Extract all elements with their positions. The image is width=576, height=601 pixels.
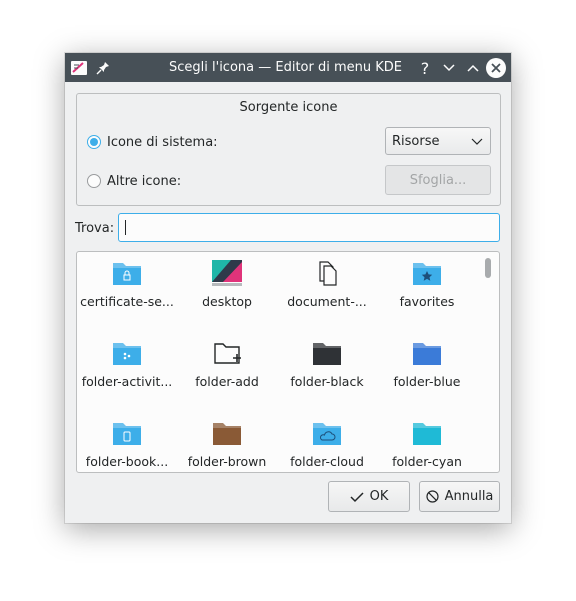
icon-item-label: desktop (202, 294, 252, 309)
icon-item[interactable]: folder-book... (77, 415, 177, 472)
text-caret (125, 220, 126, 235)
icon-item-label: document-... (287, 294, 367, 309)
system-icons-radio[interactable] (87, 135, 101, 149)
browse-button[interactable]: Sfoglia... (385, 165, 491, 195)
icon-item[interactable]: folder-cloud (277, 415, 377, 472)
icon-item[interactable]: document-... (277, 255, 377, 327)
title-bar[interactable]: Scegli l'icona — Editor di menu KDE ? (65, 53, 511, 82)
search-label: Trova: (75, 221, 115, 236)
minimize-button[interactable] (439, 58, 459, 78)
icon-item[interactable]: folder-black (277, 335, 377, 407)
icon-item[interactable]: favorites (377, 255, 477, 327)
folder-add-icon (211, 337, 243, 369)
app-icon[interactable] (70, 59, 88, 77)
other-icons-label: Altre icone: (107, 173, 182, 189)
icon-item-label: folder-add (195, 374, 259, 389)
ok-button[interactable]: OK (328, 481, 410, 512)
group-title: Sorgente icone (239, 100, 338, 115)
system-icons-label: Icone di sistema: (107, 134, 218, 150)
system-icons-option[interactable]: Icone di sistema: (87, 132, 218, 152)
window-title: Scegli l'icona — Editor di menu KDE (169, 60, 402, 75)
pin-icon[interactable] (94, 59, 112, 77)
icon-item-label: certificate-se... (80, 294, 174, 309)
combo-value: Risorse (392, 133, 440, 149)
checkmark-icon (350, 491, 364, 502)
other-icons-radio[interactable] (87, 174, 101, 188)
ok-label: OK (369, 489, 389, 504)
icon-source-group: Sorgente icone Icone di sistema: Altre i… (76, 93, 501, 206)
icon-item[interactable]: folder-blue (377, 335, 477, 407)
folder-black-icon (311, 337, 343, 369)
icon-grid[interactable]: certificate-se... desktop document-... favo… (76, 251, 500, 473)
icon-item[interactable]: desktop (177, 255, 277, 327)
icon-item-label: folder-brown (187, 454, 267, 469)
browse-label: Sfoglia... (409, 172, 467, 188)
folder-activities-icon (111, 337, 143, 369)
icon-chooser-dialog: Scegli l'icona — Editor di menu KDE ? So… (65, 53, 511, 523)
icon-item[interactable]: folder-brown (177, 415, 277, 472)
icon-item-label: folder-black (290, 374, 364, 389)
icon-context-select[interactable]: Risorse (385, 127, 491, 155)
icon-item-label: folder-activit... (81, 374, 173, 389)
scrollbar-thumb[interactable] (485, 258, 491, 278)
maximize-button[interactable] (463, 58, 483, 78)
search-input[interactable] (118, 213, 500, 242)
icon-item[interactable]: folder-add (177, 335, 277, 407)
folder-cloud-icon (311, 417, 343, 449)
folder-brown-icon (211, 417, 243, 449)
folder-blue-icon (411, 337, 443, 369)
desktop-wallpaper-icon (211, 257, 243, 289)
chevron-down-icon (471, 138, 483, 145)
icon-item[interactable]: folder-cyan (377, 415, 477, 472)
icon-item[interactable]: folder-activit... (77, 335, 177, 407)
help-icon: ? (420, 58, 430, 78)
document-multiple-icon (311, 257, 343, 289)
folder-star-icon (411, 257, 443, 289)
icon-item-label: folder-book... (85, 454, 169, 469)
other-icons-option[interactable]: Altre icone: (87, 171, 181, 191)
chevron-up-icon (467, 64, 479, 72)
help-button[interactable]: ? (415, 58, 435, 78)
cancel-icon (425, 490, 439, 503)
folder-bookmark-icon (111, 417, 143, 449)
icon-item-label: folder-cloud (290, 454, 364, 469)
close-button[interactable] (486, 58, 506, 78)
folder-cyan-icon (411, 417, 443, 449)
cancel-label: Annulla (444, 489, 494, 504)
icon-item-label: folder-blue (393, 374, 461, 389)
cancel-button[interactable]: Annulla (419, 481, 500, 512)
chevron-down-icon (443, 64, 455, 72)
folder-lock-icon (111, 257, 143, 289)
icon-item[interactable]: certificate-se... (77, 255, 177, 327)
icon-item-label: folder-cyan (392, 454, 462, 469)
close-icon (491, 63, 501, 73)
icon-item-label: favorites (399, 294, 455, 309)
